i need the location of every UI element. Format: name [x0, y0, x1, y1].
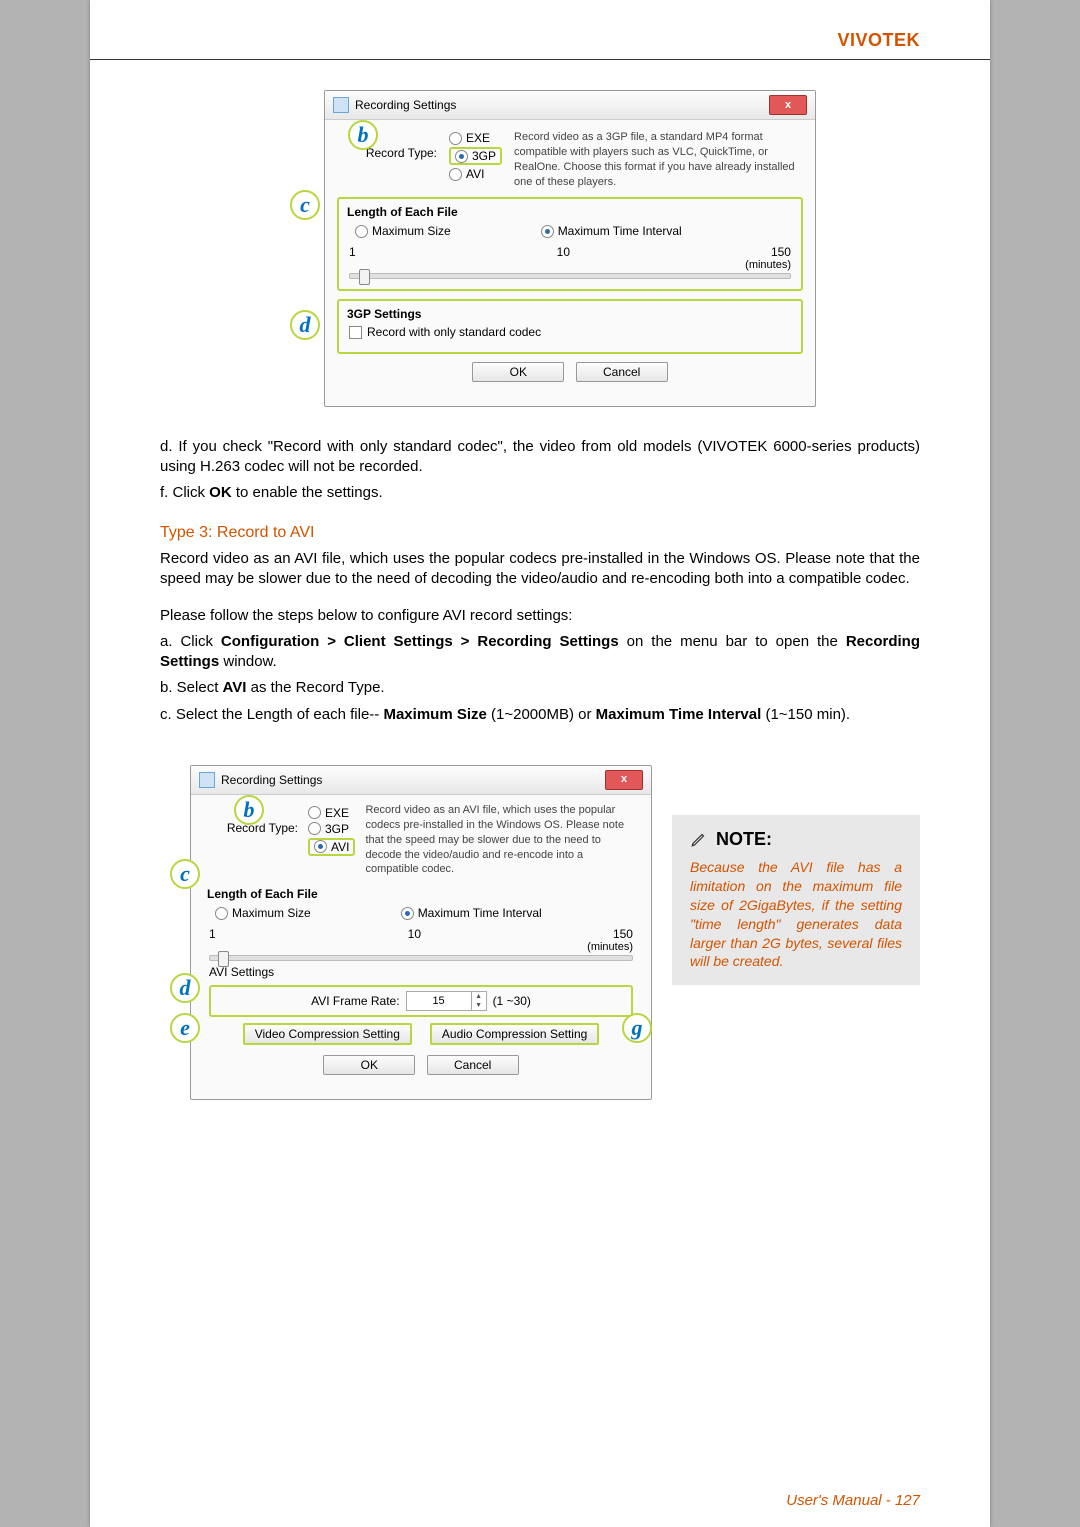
frame-rate-label: AVI Frame Rate: [311, 994, 399, 1008]
cancel-button[interactable]: Cancel [427, 1055, 519, 1075]
type3-heading: Type 3: Record to AVI [160, 522, 920, 544]
close-button[interactable]: x [769, 95, 807, 115]
ok-button[interactable]: OK [472, 362, 564, 382]
window-icon [199, 772, 215, 788]
close-button[interactable]: x [605, 770, 643, 790]
avi-title: AVI Settings [209, 965, 633, 979]
callout-g: g [622, 1013, 652, 1043]
step-b: b. Select AVI as the Record Type. [160, 678, 920, 698]
record-type-label: Record Type: [366, 146, 437, 160]
record-type-description: Record video as an AVI file, which uses … [365, 803, 639, 877]
cancel-button[interactable]: Cancel [576, 362, 668, 382]
avi-settings-section: AVI Settings AVI Frame Rate: 15 ▲▼ (1 ~3… [203, 963, 639, 1047]
length-title: Length of Each File [207, 887, 633, 901]
record-type-label: Record Type: [227, 821, 298, 835]
max-size-radio[interactable]: Maximum Size [215, 906, 311, 920]
type3-p1: Record video as an AVI file, which uses … [160, 549, 920, 590]
callout-c: c [290, 190, 320, 220]
max-time-radio[interactable]: Maximum Time Interval [541, 224, 682, 238]
3gp-title: 3GP Settings [347, 307, 791, 321]
record-type-exe[interactable]: EXE [308, 806, 355, 820]
frame-rate-range: (1 ~30) [493, 994, 531, 1008]
record-type-avi[interactable]: AVI [449, 167, 502, 181]
page-header: VIVOTEK [90, 0, 990, 60]
callout-b: b [234, 795, 264, 825]
3gp-settings-section: 3GP Settings Record with only standard c… [337, 299, 803, 354]
brand-label: VIVOTEK [837, 30, 920, 51]
length-slider[interactable]: 110150 (minutes) [349, 245, 791, 279]
dialog-title: Recording Settings [221, 773, 322, 787]
video-compression-button[interactable]: Video Compression Setting [243, 1023, 412, 1045]
audio-compression-button[interactable]: Audio Compression Setting [430, 1023, 599, 1045]
max-size-radio[interactable]: Maximum Size [355, 224, 451, 238]
step-c: c. Select the Length of each file-- Maxi… [160, 705, 920, 725]
step-a: a. Click Configuration > Client Settings… [160, 632, 920, 673]
note-text: Because the AVI file has a limitation on… [690, 858, 902, 971]
callout-b: b [348, 120, 378, 150]
callout-d: d [290, 310, 320, 340]
length-slider[interactable]: 110150 (minutes) [209, 927, 633, 961]
callout-d: d [170, 973, 200, 1003]
record-type-description: Record video as a 3GP file, a standard M… [514, 128, 803, 189]
length-section: Length of Each File Maximum Size Maximum… [337, 197, 803, 291]
ok-button[interactable]: OK [323, 1055, 415, 1075]
record-type-avi[interactable]: AVI [308, 838, 355, 856]
page-footer: User's Manual - 127 [786, 1492, 920, 1509]
note-box: NOTE: Because the AVI file has a limitat… [672, 815, 920, 985]
type3-p2: Please follow the steps below to configu… [160, 606, 920, 626]
dialog-title: Recording Settings [355, 98, 456, 112]
frame-rate-input[interactable]: 15 ▲▼ [406, 991, 487, 1011]
callout-e: e [170, 1013, 200, 1043]
window-icon [333, 97, 349, 113]
step-d: d. If you check "Record with only standa… [160, 437, 920, 478]
max-time-radio[interactable]: Maximum Time Interval [401, 906, 542, 920]
standard-codec-checkbox[interactable]: Record with only standard codec [349, 325, 541, 339]
pencil-icon [690, 830, 708, 848]
record-type-3gp[interactable]: 3GP [449, 147, 502, 165]
note-title: NOTE: [716, 829, 772, 850]
step-f: f. Click OK to enable the settings. [160, 483, 920, 503]
length-title: Length of Each File [347, 205, 791, 219]
record-type-3gp[interactable]: 3GP [308, 822, 355, 836]
length-section: Length of Each File Maximum Size Maximum… [203, 885, 639, 963]
record-type-exe[interactable]: EXE [449, 131, 502, 145]
recording-settings-dialog-3gp: Recording Settings x Record Type: EXE 3G… [324, 90, 816, 407]
callout-c: c [170, 859, 200, 889]
